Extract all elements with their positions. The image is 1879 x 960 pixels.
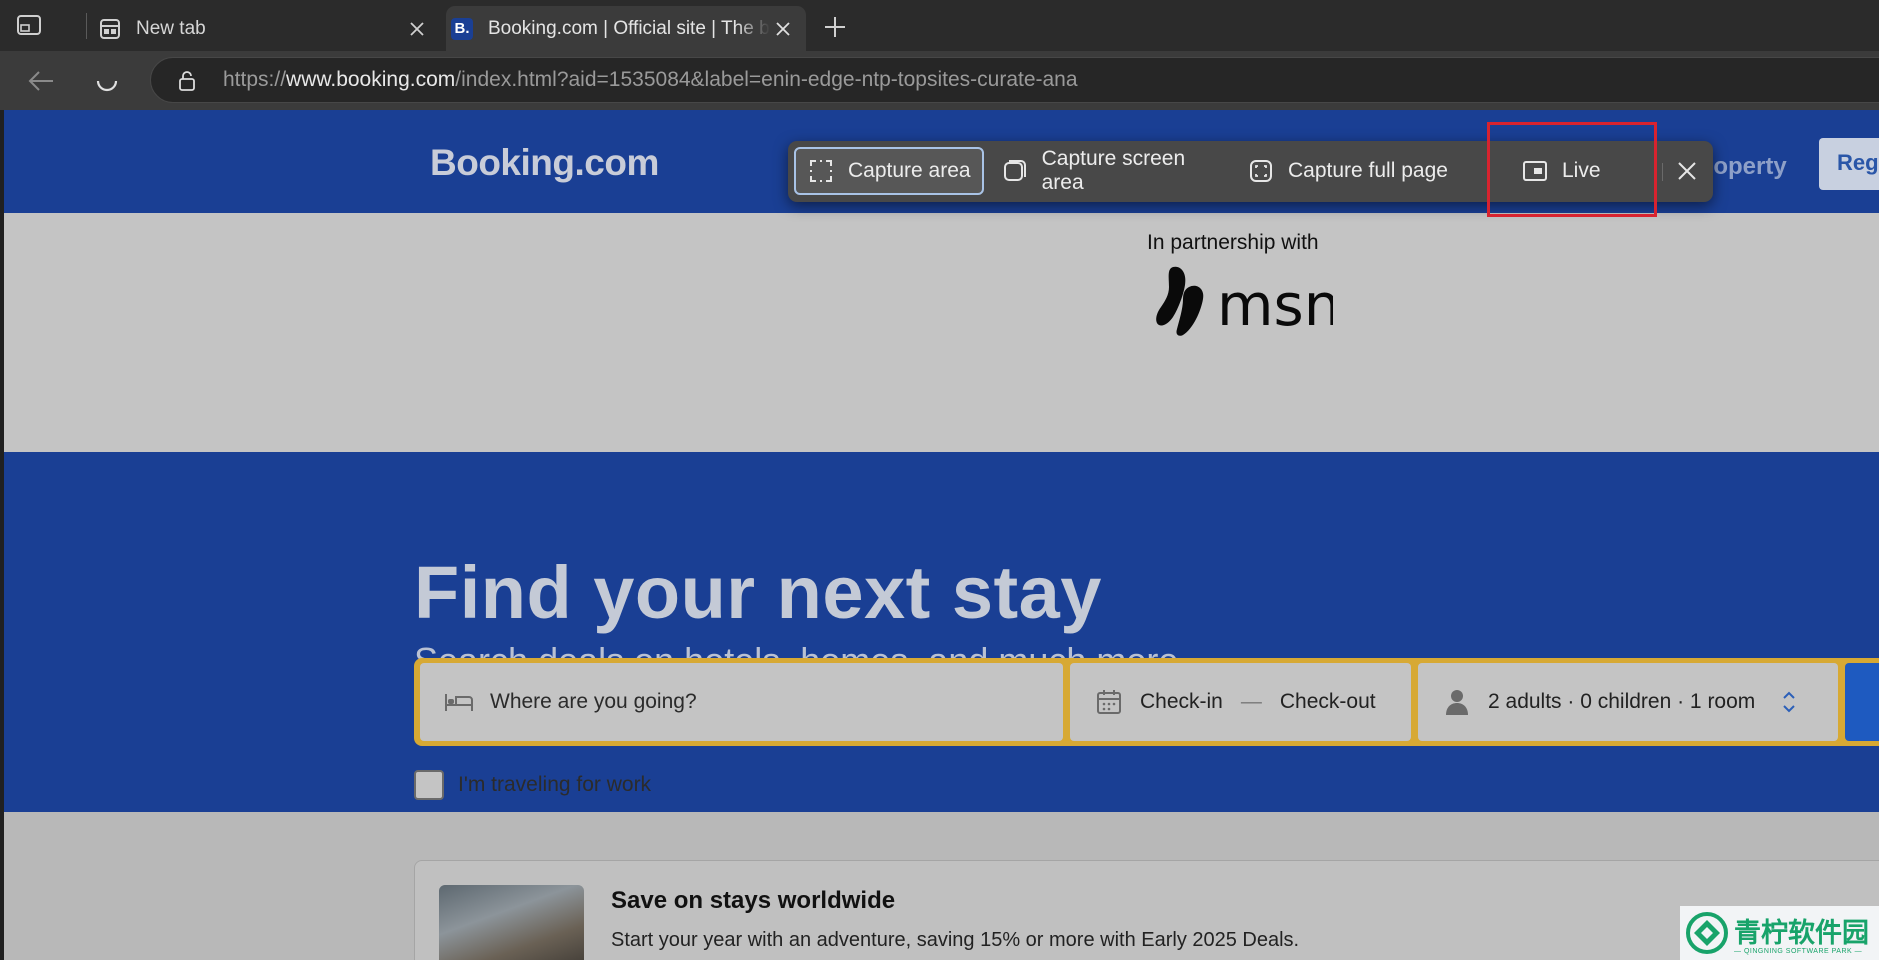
tab-new-tab[interactable]: New tab (94, 6, 440, 51)
partnership-text: In partnership with (1147, 231, 1319, 254)
search-bar: Where are you going? Check-in — Check-ou… (414, 658, 1879, 746)
address-bar-row: https://www.booking.com/index.html?aid=1… (0, 51, 1879, 110)
new-tab-plus-icon[interactable] (820, 12, 850, 42)
capture-area-button[interactable]: Capture area (794, 147, 984, 195)
close-tab-icon[interactable] (770, 16, 796, 42)
occupancy-text: 2 adults · 0 children · 1 room (1488, 690, 1756, 713)
url-prefix: https:// (223, 68, 287, 91)
work-travel-option[interactable]: I'm traveling for work (414, 770, 651, 800)
msn-logo: msn (1156, 266, 1333, 339)
tab-divider (86, 13, 87, 39)
tab-title: New tab (136, 17, 206, 39)
partner-name: msn (1217, 271, 1333, 339)
destination-field[interactable]: Where are you going? (420, 663, 1063, 741)
booking-favicon-icon: B. (450, 17, 474, 41)
capture-full-page-button[interactable]: Capture full page (1236, 147, 1472, 195)
bed-icon (444, 687, 474, 717)
new-tab-page-icon (98, 17, 122, 41)
check-in-label: Check-in (1140, 690, 1223, 713)
promo-card[interactable]: Save on stays worldwide Start your year … (414, 860, 1879, 960)
tab-title: Booking.com | Official site | The best h… (488, 17, 770, 39)
watermark-title: 青柠软件园 (1734, 918, 1869, 949)
url-host: www.booking.com (286, 68, 456, 91)
capture-screen-icon (1002, 158, 1028, 184)
watermark-logo-icon (1686, 912, 1728, 954)
capture-screen-area-label: Capture screen area (1041, 147, 1186, 194)
url-text: https://www.booking.com/index.html?aid=1… (223, 68, 1078, 92)
chevron-updown-icon (1781, 689, 1797, 715)
close-tab-icon[interactable] (404, 16, 430, 42)
register-button[interactable]: Regi (1819, 138, 1879, 190)
promo-title: Save on stays worldwide (611, 887, 896, 914)
work-travel-label: I'm traveling for work (458, 773, 652, 796)
destination-placeholder: Where are you going? (490, 690, 697, 713)
capture-full-page-label: Capture full page (1288, 159, 1448, 182)
promo-image (439, 885, 584, 960)
favicon-letter: B. (451, 17, 473, 40)
capture-area-icon (808, 158, 834, 184)
promo-subtitle: Start your year with an adventure, savin… (611, 929, 1300, 951)
hero-section: Find your next stay Search deals on hote… (4, 452, 1879, 812)
toolbar-divider (1662, 163, 1663, 181)
url-field[interactable]: https://www.booking.com/index.html?aid=1… (150, 57, 1879, 103)
list-property-link[interactable]: roperty (1704, 153, 1787, 181)
dates-field[interactable]: Check-in — Check-out (1070, 663, 1411, 741)
capture-full-page-icon (1248, 158, 1274, 184)
work-travel-checkbox[interactable] (414, 770, 444, 800)
close-icon[interactable] (1669, 153, 1705, 189)
watermark-subtitle: — QINGNING SOFTWARE PARK — (1734, 948, 1863, 955)
hero-title: Find your next stay (414, 551, 1102, 634)
booking-logo[interactable]: Booking.com (430, 142, 659, 184)
back-arrow-icon[interactable] (24, 65, 58, 97)
occupancy-field[interactable]: 2 adults · 0 children · 1 room (1418, 663, 1838, 741)
watermark: 青柠软件园 — QINGNING SOFTWARE PARK — (1680, 906, 1879, 960)
capture-area-label: Capture area (848, 159, 971, 182)
search-button[interactable] (1845, 663, 1879, 741)
url-path: /index.html?aid=1535084&label=enin-edge-… (455, 68, 1078, 91)
tab-bar: New tab B. Booking.com | Official site |… (0, 0, 1879, 51)
highlight-box (1487, 122, 1657, 217)
capture-screen-area-button[interactable]: Capture screen area (990, 147, 1230, 195)
tab-actions-icon[interactable] (16, 14, 42, 36)
date-dash: — (1240, 690, 1262, 713)
person-icon (1442, 687, 1472, 717)
partnership-banner: In partnership with msn (4, 213, 1879, 452)
web-page: Booking.com roperty Regi In partnership … (4, 110, 1879, 960)
tab-booking[interactable]: B. Booking.com | Official site | The bes… (446, 6, 806, 51)
refresh-icon[interactable] (90, 65, 124, 97)
check-out-label: Check-out (1279, 690, 1376, 713)
calendar-icon (1094, 687, 1124, 717)
site-info-icon[interactable] (177, 70, 197, 92)
